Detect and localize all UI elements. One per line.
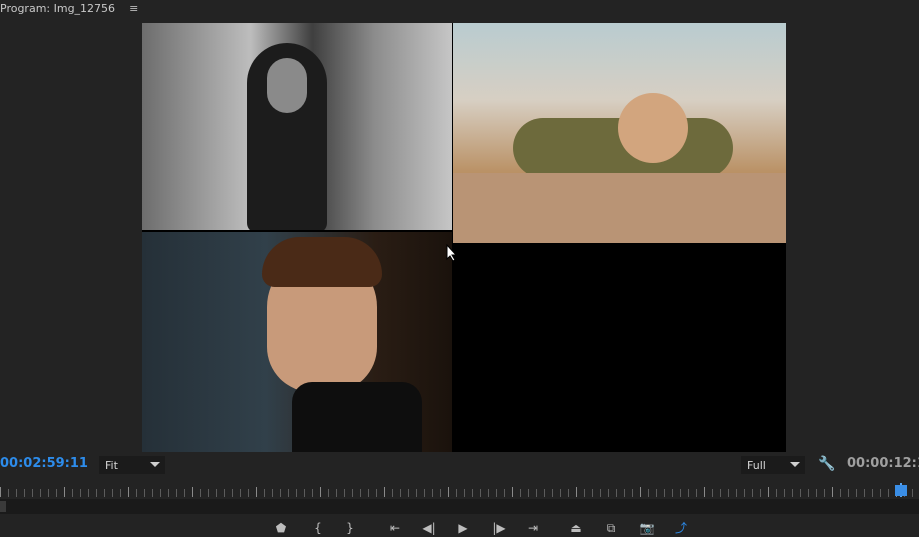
camera-icon: 📷 xyxy=(639,521,655,535)
go-to-in-icon: ⇤ xyxy=(389,521,401,535)
playhead-handle[interactable] xyxy=(895,485,907,496)
comparison-view-button[interactable]: ⤴ xyxy=(672,520,690,536)
zoom-level-select[interactable]: Fit xyxy=(99,456,165,474)
play-icon: ▶ xyxy=(458,521,468,535)
go-to-in-button[interactable]: ⇤ xyxy=(386,520,404,536)
wrench-icon[interactable]: 🔧 xyxy=(818,456,835,472)
current-timecode[interactable]: 00:02:59:11 xyxy=(0,456,88,471)
marker-icon: ⬟ xyxy=(275,521,287,535)
lift-icon: ⏏ xyxy=(570,521,582,535)
step-back-button[interactable]: ◀| xyxy=(420,520,438,536)
mark-out-button[interactable]: } xyxy=(341,520,359,536)
zoom-level-value: Fit xyxy=(105,458,118,472)
step-back-icon: ◀| xyxy=(422,521,436,535)
scrollbar-handle[interactable] xyxy=(0,501,6,512)
duration-timecode: 00:00:12:1 xyxy=(847,456,919,471)
export-frame-button[interactable]: 📷 xyxy=(638,520,656,536)
mark-out-icon: } xyxy=(346,521,354,535)
panel-title: Program: Img_12756 xyxy=(0,1,116,15)
add-marker-button[interactable]: ⬟ xyxy=(272,520,290,536)
play-button[interactable]: ▶ xyxy=(454,520,472,536)
resolution-select[interactable]: Full xyxy=(741,456,805,474)
mark-in-icon: { xyxy=(314,521,322,535)
step-forward-button[interactable]: |▶ xyxy=(490,520,508,536)
transport-controls: ⬟ {} ⇤ ◀| ▶ |▶ ⇥ ⏏ ⧉ 📷 ⤴ xyxy=(0,518,919,537)
program-monitor-viewport[interactable] xyxy=(142,23,786,452)
chevron-down-icon xyxy=(790,462,800,467)
chevron-down-icon xyxy=(150,462,160,467)
go-to-out-icon: ⇥ xyxy=(527,521,539,535)
ruler-major-ticks xyxy=(0,487,919,497)
timeline-scrollbar[interactable] xyxy=(0,499,919,514)
lift-button[interactable]: ⏏ xyxy=(567,520,585,536)
program-monitor-tab[interactable]: Program: Img_12756 ≡ xyxy=(0,0,138,16)
mark-in-button[interactable]: { xyxy=(309,520,327,536)
comparison-icon: ⤴ xyxy=(674,521,687,535)
tile-blue-eyes-portrait xyxy=(142,232,452,452)
extract-button[interactable]: ⧉ xyxy=(602,520,620,536)
resolution-value: Full xyxy=(747,458,766,472)
tile-empty xyxy=(453,243,786,452)
hamburger-menu-icon[interactable]: ≡ xyxy=(129,2,138,15)
extract-icon: ⧉ xyxy=(606,521,616,535)
tile-woman-on-bed xyxy=(453,23,786,243)
go-to-out-button[interactable]: ⇥ xyxy=(524,520,542,536)
tile-bw-portrait xyxy=(142,23,452,230)
step-forward-icon: |▶ xyxy=(492,521,506,535)
